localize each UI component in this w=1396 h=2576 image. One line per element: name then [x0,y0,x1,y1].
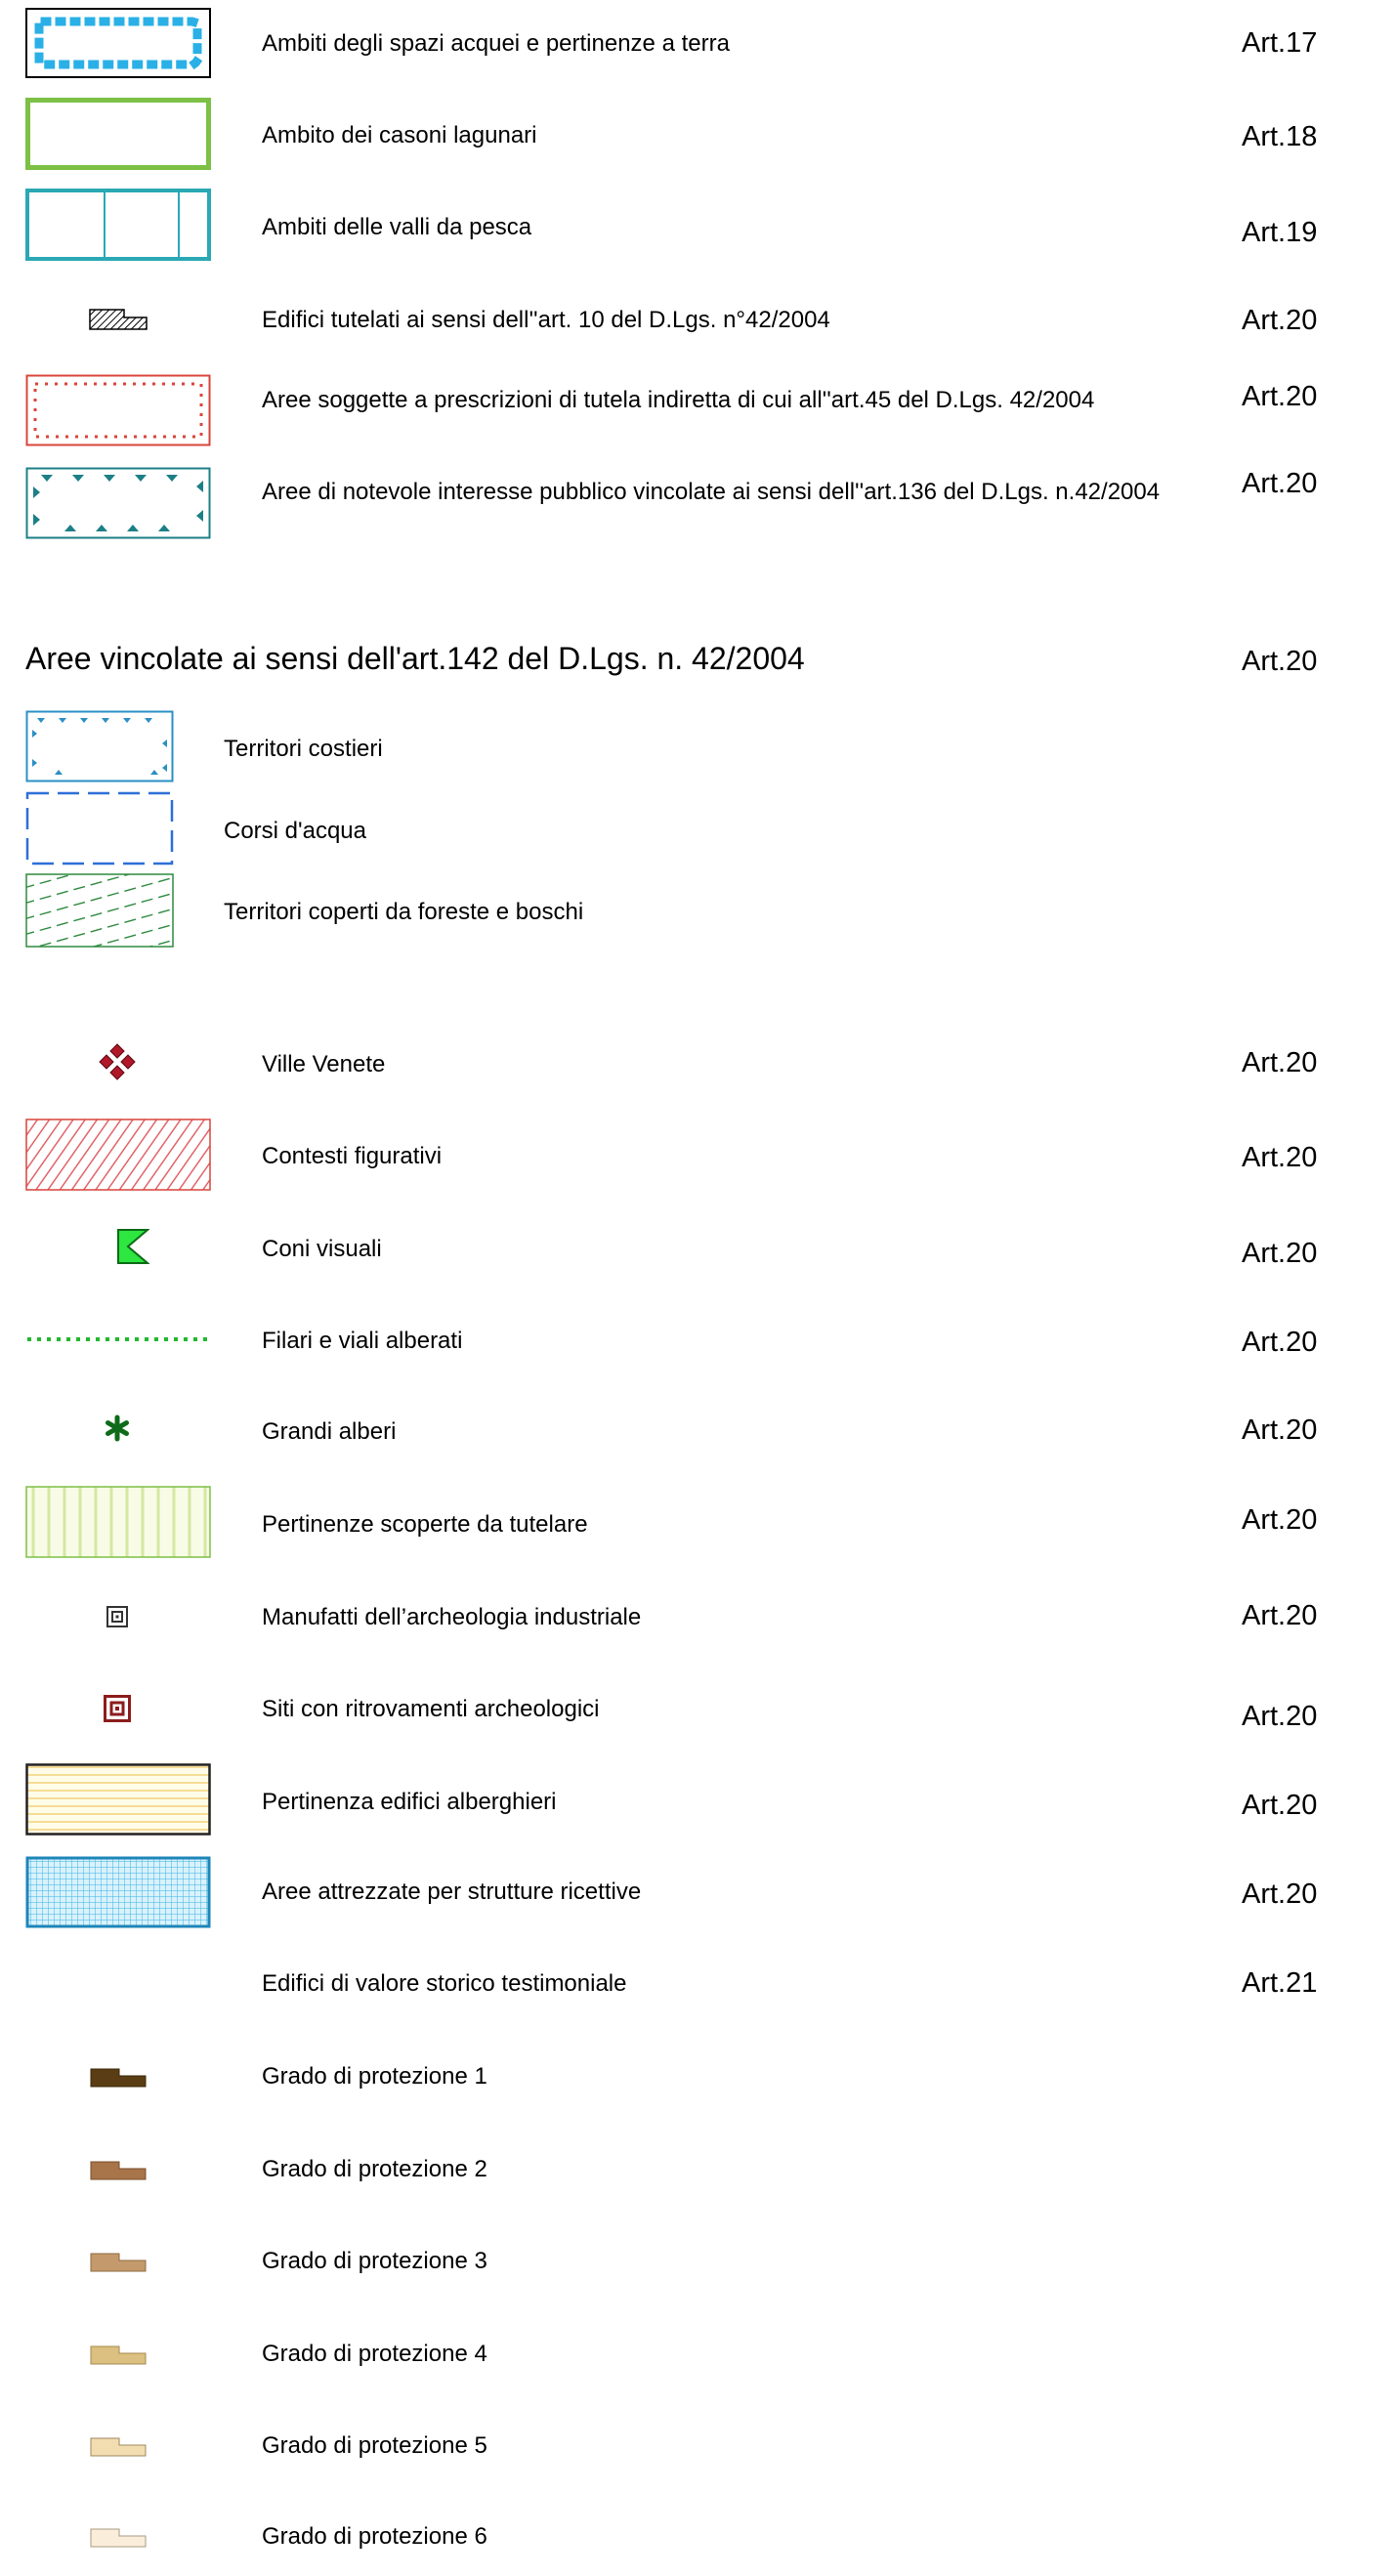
legend-label: Filari e viali alberati [262,1328,463,1354]
article-ref: Art.20 [1242,1415,1318,1446]
green-flag-icon [116,1228,149,1265]
legend-label: Contesti figurativi [262,1143,443,1169]
legend-label: Grado di protezione 1 [262,2063,487,2090]
building-grade-5-icon [90,2437,147,2457]
legend-label: Territori coperti da foreste e boschi [224,899,584,925]
legend-label: Edifici di valore storico testimoniale [262,1970,627,1997]
grey-square-target-icon [106,1606,128,1627]
building-grade-1-icon [90,2068,147,2088]
legend-label: Corsi d'acqua [224,818,366,844]
article-ref: Art.20 [1242,1879,1318,1910]
red-dotted-box-icon [25,374,211,446]
article-ref: Art.20 [1242,1790,1318,1821]
legend-label: Pertinenze scoperte da tutelare [262,1511,588,1538]
legend-label: Pertinenza edifici alberghieri [262,1789,557,1815]
article-ref: Art.20 [1242,305,1318,336]
article-ref: Art.20 [1242,1327,1318,1358]
legend-label: Ambito dei casoni lagunari [262,122,537,148]
legend-label: Ville Venete [262,1051,386,1077]
legend-label: Grado di protezione 3 [262,2248,487,2274]
legend-label: Grandi alberi [262,1418,397,1445]
legend-label: Grado di protezione 4 [262,2341,487,2367]
article-ref: Art.20 [1242,1701,1318,1732]
building-grade-2-icon [90,2161,147,2180]
green-outline-box-icon [25,98,211,170]
article-ref: Art.20 [1242,1047,1318,1078]
building-grade-6-icon [90,2528,147,2548]
legend-label: Grado di protezione 6 [262,2523,487,2550]
green-dotted-line-icon [25,1335,211,1343]
legend-label: Siti con ritrovamenti archeologici [262,1696,600,1722]
legend-label: Aree di notevole interesse pubblico vinc… [262,479,1161,505]
article-ref: Art.20 [1242,1142,1318,1173]
red-diamond-cluster-icon [98,1042,137,1081]
article-ref: Art.20 [1242,381,1318,412]
article-ref: Art.20 [1242,1504,1318,1536]
teal-divided-box-icon [25,189,211,261]
legend-label: Ambiti delle valli da pesca [262,214,532,240]
blue-grid-box-icon [25,1856,211,1928]
hatched-building-icon [89,309,148,330]
green-vertical-line-box-icon [25,1486,211,1558]
legend-label: Grado di protezione 2 [262,2156,487,2182]
section-heading: Aree vincolate ai sensi dell'art.142 del… [25,641,805,676]
yellow-striped-box-icon [25,1763,211,1836]
article-ref: Art.20 [1242,646,1318,677]
article-ref: Art.19 [1242,217,1318,248]
dotted-diamond-blue-box-icon [25,8,211,78]
legend-label: Aree attrezzate per strutture ricettive [262,1879,642,1905]
red-hatched-box-icon [25,1119,211,1191]
legend-label: Grado di protezione 5 [262,2432,487,2459]
blue-triangle-box-icon [25,710,174,782]
legend-label: Manufatti dell’archeologia industriale [262,1604,642,1630]
article-ref: Art.17 [1242,27,1318,59]
green-asterisk-icon [104,1415,131,1442]
legend-label: Territori costieri [224,736,383,762]
green-diagonal-dash-box-icon [25,873,174,948]
building-grade-3-icon [90,2253,147,2272]
article-ref: Art.20 [1242,468,1318,499]
legend-label: Coni visuali [262,1236,382,1262]
article-ref: Art.18 [1242,121,1318,152]
legend-label: Edifici tutelati ai sensi dell''art. 10 … [262,307,830,333]
legend-label: Aree soggette a prescrizioni di tutela i… [262,387,1095,413]
article-ref: Art.20 [1242,1600,1318,1631]
building-grade-4-icon [90,2345,147,2365]
teal-triangle-box-icon [25,467,211,539]
legend-label: Ambiti degli spazi acquei e pertinenze a… [262,30,730,57]
article-ref: Art.21 [1242,1967,1318,1999]
article-ref: Art.20 [1242,1238,1318,1269]
red-square-target-icon [104,1695,131,1722]
blue-dashed-box-icon [25,791,174,866]
